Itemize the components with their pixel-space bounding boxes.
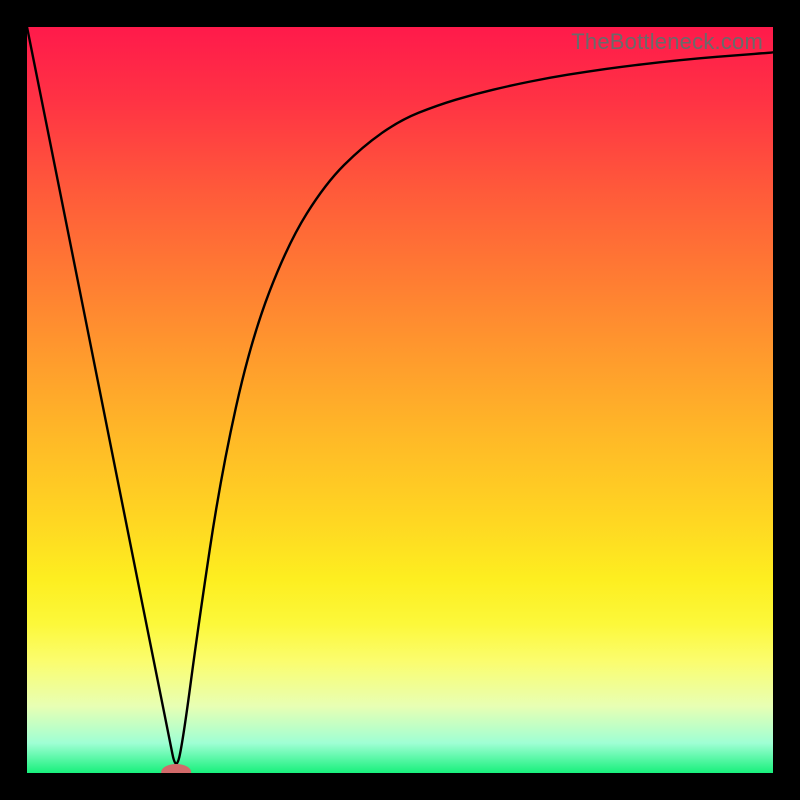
chart-frame: TheBottleneck.com [0, 0, 800, 800]
optimum-marker [161, 764, 191, 773]
bottleneck-curve-path [27, 27, 773, 764]
curve-layer [27, 27, 773, 773]
plot-area: TheBottleneck.com [27, 27, 773, 773]
